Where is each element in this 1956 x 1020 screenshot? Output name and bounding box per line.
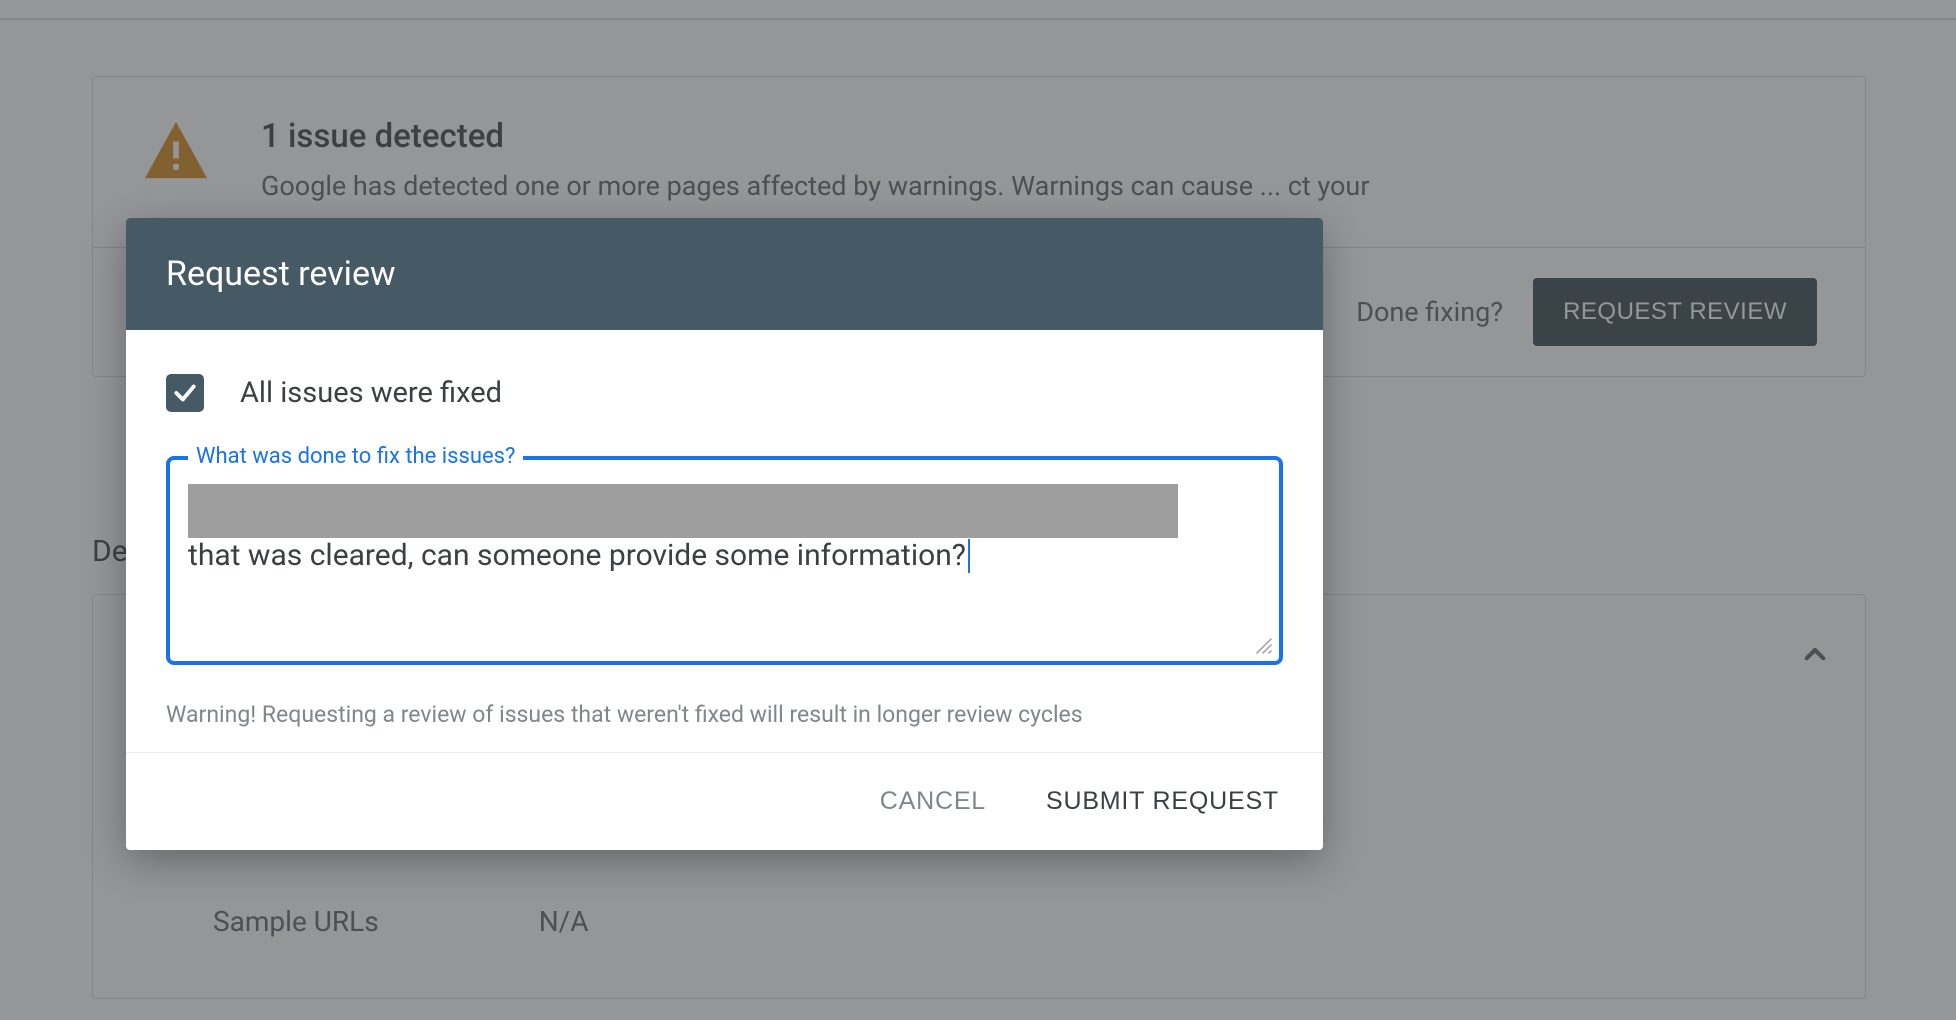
modal-title: Request review [126,218,1323,330]
request-review-modal: Request review All issues were fixed Wha… [126,218,1323,850]
cancel-button[interactable]: CANCEL [872,781,994,822]
redacted-text-line [188,484,1178,538]
fix-description-value: that was cleared, can someone provide so… [188,538,1261,573]
fix-description-text: that was cleared, can someone provide so… [188,538,966,573]
review-warning-text: Warning! Requesting a review of issues t… [166,701,1283,728]
fix-description-textarea[interactable]: that was cleared, can someone provide so… [188,484,1261,643]
fix-description-field[interactable]: What was done to fix the issues? that wa… [166,456,1283,665]
submit-request-button[interactable]: SUBMIT REQUEST [1038,781,1287,822]
all-issues-fixed-checkbox[interactable] [166,374,204,412]
checkbox-label: All issues were fixed [240,376,502,410]
text-cursor [968,539,970,573]
fix-description-label: What was done to fix the issues? [188,444,523,469]
checkbox-row: All issues were fixed [166,374,1283,412]
resize-handle-icon[interactable] [1255,637,1273,655]
modal-footer: CANCEL SUBMIT REQUEST [126,752,1323,850]
modal-body: All issues were fixed What was done to f… [126,330,1323,752]
